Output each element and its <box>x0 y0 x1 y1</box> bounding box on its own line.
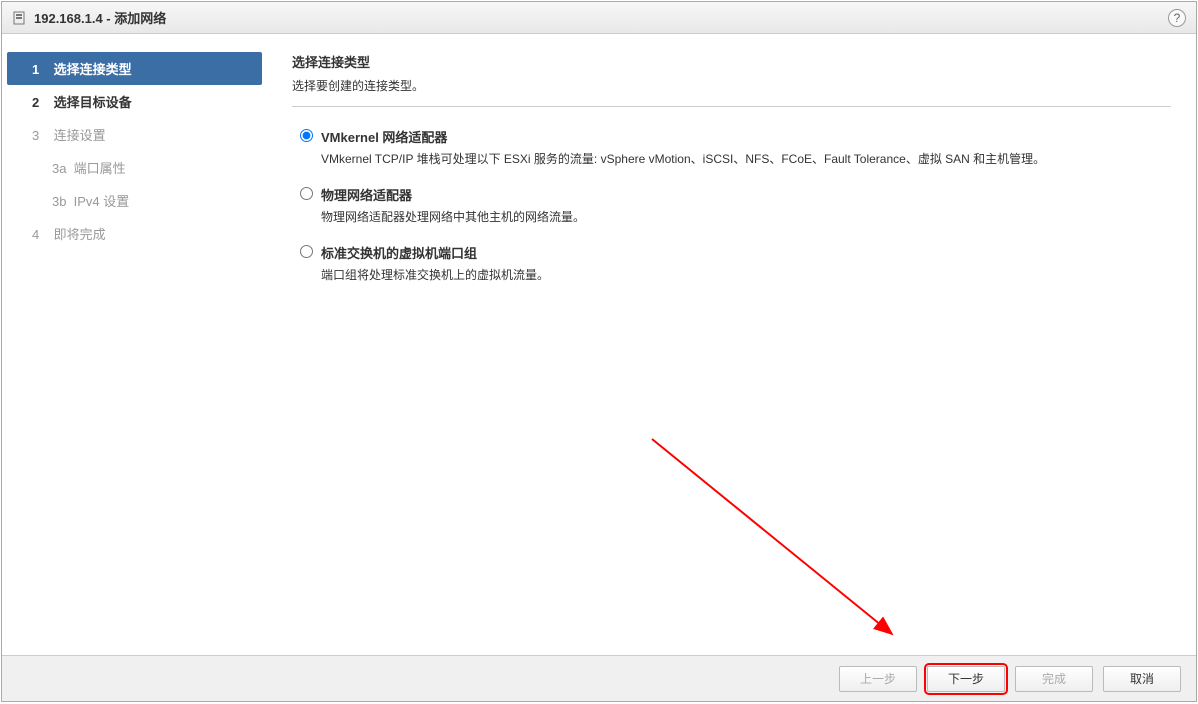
option-vm-portgroup[interactable]: 标准交换机的虚拟机端口组 端口组将处理标准交换机上的虚拟机流量。 <box>300 243 1171 285</box>
step-label: 连接设置 <box>54 128 106 143</box>
step-label: 选择目标设备 <box>54 95 132 110</box>
step-port-properties: 3a 端口属性 <box>2 151 267 184</box>
main-panel: 选择连接类型 选择要创建的连接类型。 VMkernel 网络适配器 VMkern… <box>267 34 1196 655</box>
radio-portgroup[interactable] <box>300 245 313 258</box>
option-physical-adapter[interactable]: 物理网络适配器 物理网络适配器处理网络中其他主机的网络流量。 <box>300 185 1171 227</box>
panel-subtitle: 选择要创建的连接类型。 <box>292 77 1171 94</box>
radio-label: 标准交换机的虚拟机端口组 <box>321 243 477 262</box>
step-label: 选择连接类型 <box>54 62 132 77</box>
finish-button: 完成 <box>1015 666 1093 692</box>
footer: 上一步 下一步 完成 取消 <box>2 655 1196 701</box>
radio-description: 端口组将处理标准交换机上的虚拟机流量。 <box>321 266 1171 285</box>
help-icon[interactable]: ? <box>1168 9 1186 27</box>
step-ready-complete: 4 即将完成 <box>2 217 267 250</box>
step-ipv4-settings: 3b IPv4 设置 <box>2 184 267 217</box>
wizard-sidebar: 1 选择连接类型 2 选择目标设备 3 连接设置 3a 端口属性 3b IPv4… <box>2 34 267 655</box>
cancel-button[interactable]: 取消 <box>1103 666 1181 692</box>
annotation-arrow <box>647 434 907 654</box>
add-network-dialog: 192.168.1.4 - 添加网络 ? 1 选择连接类型 2 选择目标设备 3… <box>1 1 1197 702</box>
radio-vmkernel[interactable] <box>300 129 313 142</box>
connection-type-group: VMkernel 网络适配器 VMkernel TCP/IP 堆栈可处理以下 E… <box>292 127 1171 286</box>
back-button: 上一步 <box>839 666 917 692</box>
radio-description: 物理网络适配器处理网络中其他主机的网络流量。 <box>321 208 1171 227</box>
radio-physical[interactable] <box>300 187 313 200</box>
radio-label: 物理网络适配器 <box>321 185 412 204</box>
step-connection-settings: 3 连接设置 <box>2 118 267 151</box>
panel-title: 选择连接类型 <box>292 52 1171 71</box>
step-label: IPv4 设置 <box>74 194 130 209</box>
host-icon <box>12 11 26 25</box>
content-area: 1 选择连接类型 2 选择目标设备 3 连接设置 3a 端口属性 3b IPv4… <box>2 34 1196 655</box>
step-label: 端口属性 <box>74 161 126 176</box>
option-vmkernel[interactable]: VMkernel 网络适配器 VMkernel TCP/IP 堆栈可处理以下 E… <box>300 127 1171 169</box>
radio-description: VMkernel TCP/IP 堆栈可处理以下 ESXi 服务的流量: vSph… <box>321 150 1171 169</box>
step-label: 即将完成 <box>54 227 106 242</box>
step-target-device[interactable]: 2 选择目标设备 <box>2 85 267 118</box>
title-bar: 192.168.1.4 - 添加网络 ? <box>2 2 1196 34</box>
step-connection-type[interactable]: 1 选择连接类型 <box>7 52 262 85</box>
dialog-title: 192.168.1.4 - 添加网络 <box>34 8 1168 27</box>
radio-label: VMkernel 网络适配器 <box>321 127 447 146</box>
divider <box>292 106 1171 107</box>
next-button[interactable]: 下一步 <box>927 666 1005 692</box>
